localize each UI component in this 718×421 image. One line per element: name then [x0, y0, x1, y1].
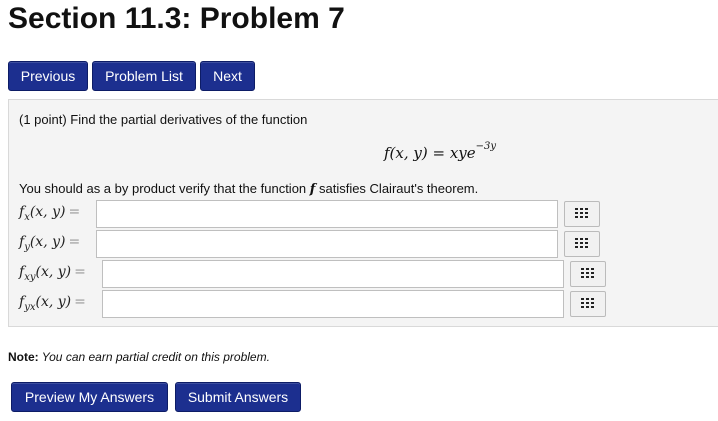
answer-input-fy[interactable]: [96, 230, 558, 258]
partial-credit-note: Note: You can earn partial credit on thi…: [8, 350, 270, 364]
note-label: Note:: [8, 350, 39, 364]
function-exponent: −3y: [475, 141, 497, 152]
function-formula: f(x, y) = xye−3y: [384, 141, 497, 162]
verify-pre: You should as a by product verify that t…: [19, 181, 310, 196]
equation-editor-icon[interactable]: [570, 261, 606, 287]
answer-label-fy: fy(x, y) =: [19, 234, 81, 253]
problem-list-button[interactable]: Problem List: [92, 61, 196, 91]
preview-answers-button[interactable]: Preview My Answers: [11, 382, 168, 412]
note-text: You can earn partial credit on this prob…: [38, 350, 270, 364]
verify-post: satisfies Clairaut's theorem.: [315, 181, 479, 196]
page-title: Section 11.3: Problem 7: [8, 2, 345, 35]
problem-panel: (1 point) Find the partial derivatives o…: [8, 99, 718, 327]
equation-editor-icon[interactable]: [564, 201, 600, 227]
answer-label-fx: fx(x, y) =: [19, 204, 81, 223]
function-lhs: f(x, y) = xye: [384, 144, 476, 162]
submit-answers-button[interactable]: Submit Answers: [175, 382, 301, 412]
answer-label-fxy: fxy(x, y) =: [19, 264, 86, 283]
answer-input-fyx[interactable]: [102, 290, 564, 318]
equation-editor-icon[interactable]: [570, 291, 606, 317]
answer-label-fyx: fyx(x, y) =: [19, 294, 86, 313]
equation-editor-icon[interactable]: [564, 231, 600, 257]
verify-text: You should as a by product verify that t…: [19, 181, 478, 197]
problem-intro: (1 point) Find the partial derivatives o…: [19, 112, 308, 127]
previous-button[interactable]: Previous: [8, 61, 88, 91]
answer-input-fx[interactable]: [96, 200, 558, 228]
answer-input-fxy[interactable]: [102, 260, 564, 288]
next-button[interactable]: Next: [200, 61, 255, 91]
